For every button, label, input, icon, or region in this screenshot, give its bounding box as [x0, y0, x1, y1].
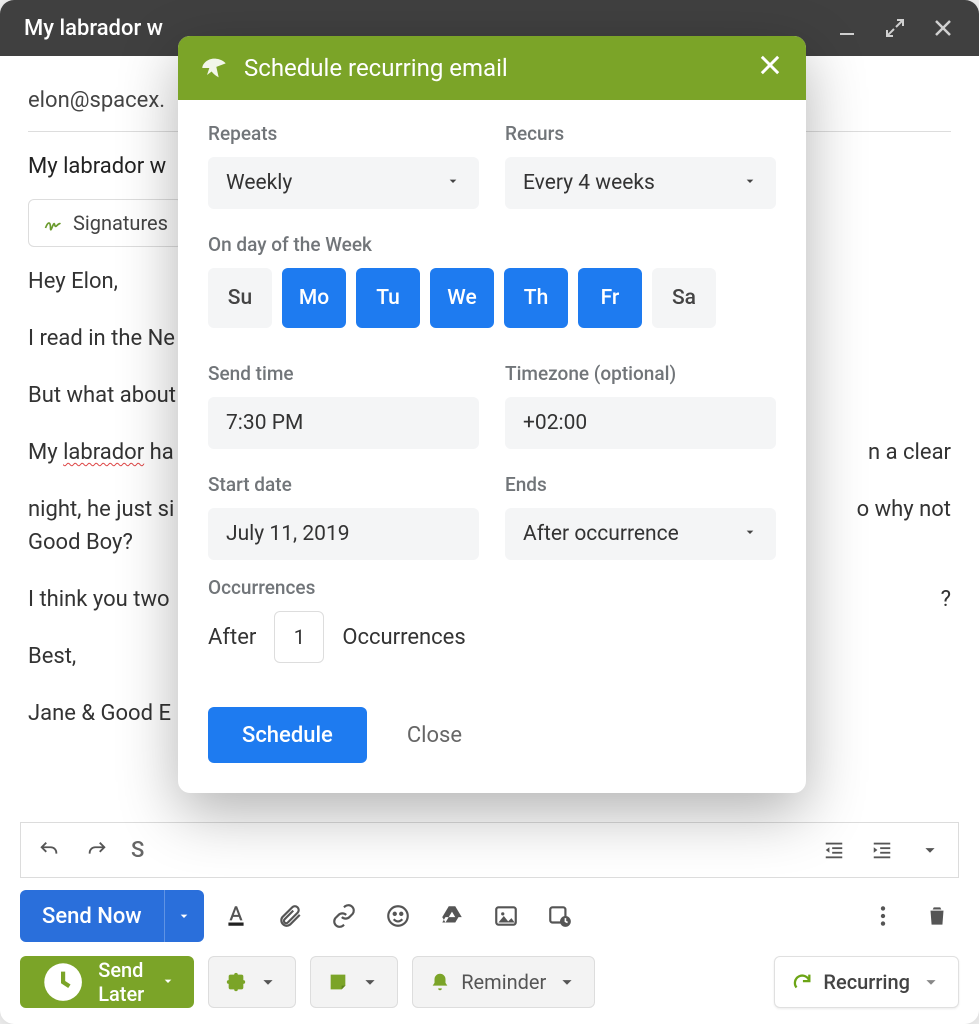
image-icon[interactable]	[484, 894, 528, 938]
repeats-label: Repeats	[208, 122, 479, 145]
send-row: Send Now	[20, 888, 959, 944]
attachment-icon[interactable]	[268, 894, 312, 938]
ends-label: Ends	[505, 473, 776, 496]
recurring-icon	[791, 971, 813, 993]
send-time-label: Send time	[208, 362, 479, 385]
format-toolbar: S	[20, 822, 959, 878]
chevron-down-icon	[359, 971, 381, 993]
signatures-chip[interactable]: Signatures	[28, 199, 183, 247]
emoji-icon[interactable]	[376, 894, 420, 938]
dialog-header: Schedule recurring email	[178, 36, 806, 100]
reminder-button[interactable]: Reminder	[412, 956, 595, 1008]
day-tu[interactable]: Tu	[356, 268, 420, 328]
start-date-input[interactable]: July 11, 2019	[208, 508, 479, 560]
minimize-icon[interactable]	[835, 16, 859, 40]
day-th[interactable]: Th	[504, 268, 568, 328]
note-icon	[327, 971, 349, 993]
dialog-title: Schedule recurring email	[244, 54, 508, 82]
send-later-button[interactable]: Send Later	[20, 956, 194, 1008]
chevron-down-icon	[742, 171, 758, 195]
timezone-input[interactable]: +02:00	[505, 397, 776, 449]
occurrences-suffix: Occurrences	[342, 625, 465, 650]
notes-button[interactable]	[310, 956, 398, 1008]
send-now-button[interactable]: Send Now	[20, 890, 204, 942]
outdent-icon[interactable]	[820, 836, 848, 864]
clock-icon	[38, 957, 88, 1007]
redo-icon[interactable]	[83, 836, 111, 864]
schedule-button[interactable]: Schedule	[208, 707, 367, 763]
recurs-label: Recurs	[505, 122, 776, 145]
paper-plane-icon	[200, 54, 228, 82]
day-we[interactable]: We	[430, 268, 494, 328]
extension-puzzle-button[interactable]	[208, 956, 296, 1008]
recurring-button[interactable]: Recurring	[774, 956, 959, 1008]
day-su[interactable]: Su	[208, 268, 272, 328]
signatures-label: Signatures	[73, 208, 168, 238]
indent-icon[interactable]	[868, 836, 896, 864]
fullscreen-icon[interactable]	[883, 16, 907, 40]
discard-draft-icon[interactable]	[915, 894, 959, 938]
schedule-icon[interactable]	[538, 894, 582, 938]
occurrences-label: Occurrences	[208, 576, 776, 599]
ends-select[interactable]: After occurrence	[505, 508, 776, 560]
repeats-select[interactable]: Weekly	[208, 157, 479, 209]
close-button[interactable]: Close	[407, 723, 462, 748]
puzzle-icon	[225, 971, 247, 993]
drive-icon[interactable]	[430, 894, 474, 938]
send-time-input[interactable]: 7:30 PM	[208, 397, 479, 449]
day-fr[interactable]: Fr	[578, 268, 642, 328]
send-later-dropdown-icon[interactable]	[160, 970, 176, 994]
close-window-icon[interactable]	[931, 16, 955, 40]
more-formatting-icon[interactable]	[916, 836, 944, 864]
link-icon[interactable]	[322, 894, 366, 938]
recurs-select[interactable]: Every 4 weeks	[505, 157, 776, 209]
undo-icon[interactable]	[35, 836, 63, 864]
chevron-down-icon	[556, 971, 578, 993]
compose-title: My labrador w	[24, 16, 163, 41]
send-now-dropdown-icon[interactable]	[164, 890, 204, 942]
chevron-down-icon	[920, 971, 942, 993]
bell-icon	[429, 971, 451, 993]
schedule-recurring-dialog: Schedule recurring email Repeats Weekly …	[178, 36, 806, 793]
chevron-down-icon	[742, 522, 758, 546]
occurrences-input[interactable]: 1	[274, 611, 324, 663]
timezone-label: Timezone (optional)	[505, 362, 776, 385]
more-options-icon[interactable]	[861, 894, 905, 938]
dialog-close-icon[interactable]	[756, 51, 784, 85]
format-sample[interactable]: S	[131, 838, 144, 863]
after-label: After	[208, 625, 256, 650]
day-mo[interactable]: Mo	[282, 268, 346, 328]
extension-row: Send Later Reminder Recurring	[20, 954, 959, 1010]
start-date-label: Start date	[208, 473, 479, 496]
chevron-down-icon	[257, 971, 279, 993]
signature-icon	[43, 213, 63, 233]
day-sa[interactable]: Sa	[652, 268, 716, 328]
chevron-down-icon	[445, 171, 461, 195]
day-of-week-label: On day of the Week	[208, 233, 776, 256]
day-picker: Su Mo Tu We Th Fr Sa	[208, 268, 776, 328]
text-color-icon[interactable]	[214, 894, 258, 938]
